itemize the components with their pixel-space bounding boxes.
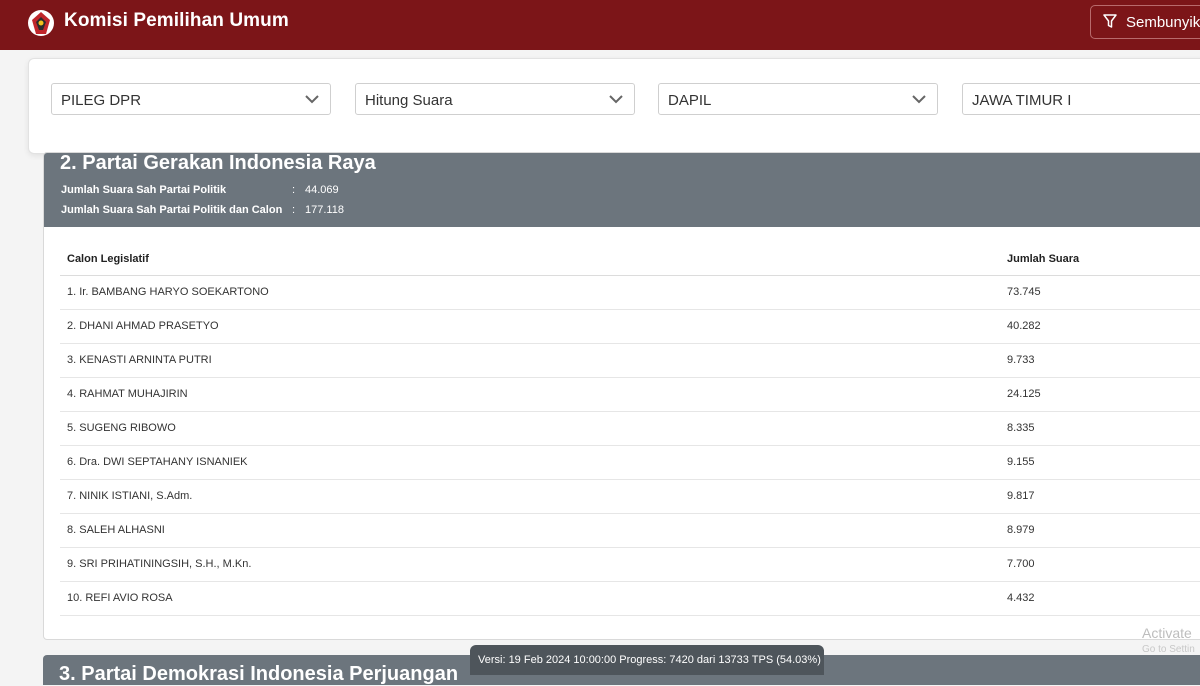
select-value: Hitung Suara [365, 92, 453, 109]
version-progress-text: Versi: 19 Feb 2024 10:00:00 Progress: 74… [478, 654, 821, 666]
version-progress-badge: Versi: 19 Feb 2024 10:00:00 Progress: 74… [470, 645, 824, 675]
election-type-select[interactable]: PILEG DPR [51, 83, 331, 115]
table-row: 8. SALEH ALHASNI 8.979 [60, 514, 1200, 548]
table-row: 10. REFI AVIO ROSA 4.432 [60, 582, 1200, 616]
candidate-name: 7. NINIK ISTIANI, S.Adm. [67, 490, 193, 502]
dapil-select[interactable]: JAWA TIMUR I [962, 83, 1200, 115]
candidate-votes: 9.817 [1007, 490, 1035, 502]
hide-filter-button[interactable]: Sembunyik [1090, 5, 1200, 39]
table-header: Calon Legislatif Jumlah Suara [60, 243, 1200, 276]
table-row: 4. RAHMAT MUHAJIRIN 24.125 [60, 378, 1200, 412]
hide-filter-label: Sembunyik [1126, 14, 1200, 31]
chevron-down-icon [912, 95, 926, 104]
column-header-votes: Jumlah Suara [1007, 253, 1080, 265]
table-row: 6. Dra. DWI SEPTAHANY ISNANIEK 9.155 [60, 446, 1200, 480]
summary-label: Jumlah Suara Sah Partai Politik dan Calo… [61, 204, 283, 216]
column-header-candidate: Calon Legislatif [67, 253, 149, 265]
candidate-votes: 9.155 [1007, 456, 1035, 468]
table-row: 3. KENASTI ARNINTA PUTRI 9.733 [60, 344, 1200, 378]
candidate-name: 4. RAHMAT MUHAJIRIN [67, 388, 188, 400]
filter-icon [1103, 14, 1117, 28]
table-row: 1. Ir. BAMBANG HARYO SOEKARTONO 73.745 [60, 276, 1200, 310]
candidate-votes: 8.979 [1007, 524, 1035, 536]
summary-separator: : [292, 204, 296, 216]
table-row: 7. NINIK ISTIANI, S.Adm. 9.817 [60, 480, 1200, 514]
table-row: 2. DHANI AHMAD PRASETYO 40.282 [60, 310, 1200, 344]
candidate-votes: 4.432 [1007, 592, 1035, 604]
candidate-table: Calon Legislatif Jumlah Suara 1. Ir. BAM… [60, 243, 1200, 616]
candidate-name: 9. SRI PRIHATININGSIH, S.H., M.Kn. [67, 558, 252, 570]
candidate-votes: 24.125 [1007, 388, 1041, 400]
activation-watermark-sub: Go to Settin [1142, 644, 1195, 655]
chevron-down-icon [305, 95, 319, 104]
table-row: 9. SRI PRIHATININGSIH, S.H., M.Kn. 7.700 [60, 548, 1200, 582]
party-title: 2. Partai Gerakan Indonesia Raya [60, 152, 376, 174]
candidate-name: 8. SALEH ALHASNI [67, 524, 165, 536]
candidate-name: 5. SUGENG RIBOWO [67, 422, 176, 434]
party-result-card: 2. Partai Gerakan Indonesia Raya Jumlah … [43, 152, 1200, 640]
select-value: PILEG DPR [61, 92, 142, 109]
filter-card: PILEG DPR Hitung Suara DAPIL JAWA TIMUR … [28, 58, 1200, 154]
select-value: DAPIL [668, 92, 712, 109]
party-header: 2. Partai Gerakan Indonesia Raya Jumlah … [44, 153, 1200, 227]
table-row: 5. SUGENG RIBOWO 8.335 [60, 412, 1200, 446]
summary-value: 44.069 [305, 184, 339, 196]
kpu-logo-icon [28, 10, 54, 36]
candidate-votes: 9.733 [1007, 354, 1035, 366]
candidate-name: 1. Ir. BAMBANG HARYO SOEKARTONO [67, 286, 269, 298]
candidate-name: 3. KENASTI ARNINTA PUTRI [67, 354, 212, 366]
top-navbar: Komisi Pemilihan Umum Sembunyik [0, 0, 1200, 50]
candidate-votes: 7.700 [1007, 558, 1035, 570]
candidate-votes: 40.282 [1007, 320, 1041, 332]
count-type-select[interactable]: Hitung Suara [355, 83, 635, 115]
chevron-down-icon [609, 95, 623, 104]
activation-watermark: Activate [1142, 625, 1192, 641]
candidate-name: 6. Dra. DWI SEPTAHANY ISNANIEK [67, 456, 248, 468]
summary-separator: : [292, 184, 296, 196]
candidate-name: 10. REFI AVIO ROSA [67, 592, 173, 604]
select-value: JAWA TIMUR I [972, 92, 1072, 109]
candidate-votes: 8.335 [1007, 422, 1035, 434]
region-level-select[interactable]: DAPIL [658, 83, 938, 115]
summary-label: Jumlah Suara Sah Partai Politik [61, 184, 227, 196]
candidate-votes: 73.745 [1007, 286, 1041, 298]
app-title: Komisi Pemilihan Umum [64, 10, 289, 31]
candidate-name: 2. DHANI AHMAD PRASETYO [67, 320, 219, 332]
summary-value: 177.118 [305, 204, 344, 216]
